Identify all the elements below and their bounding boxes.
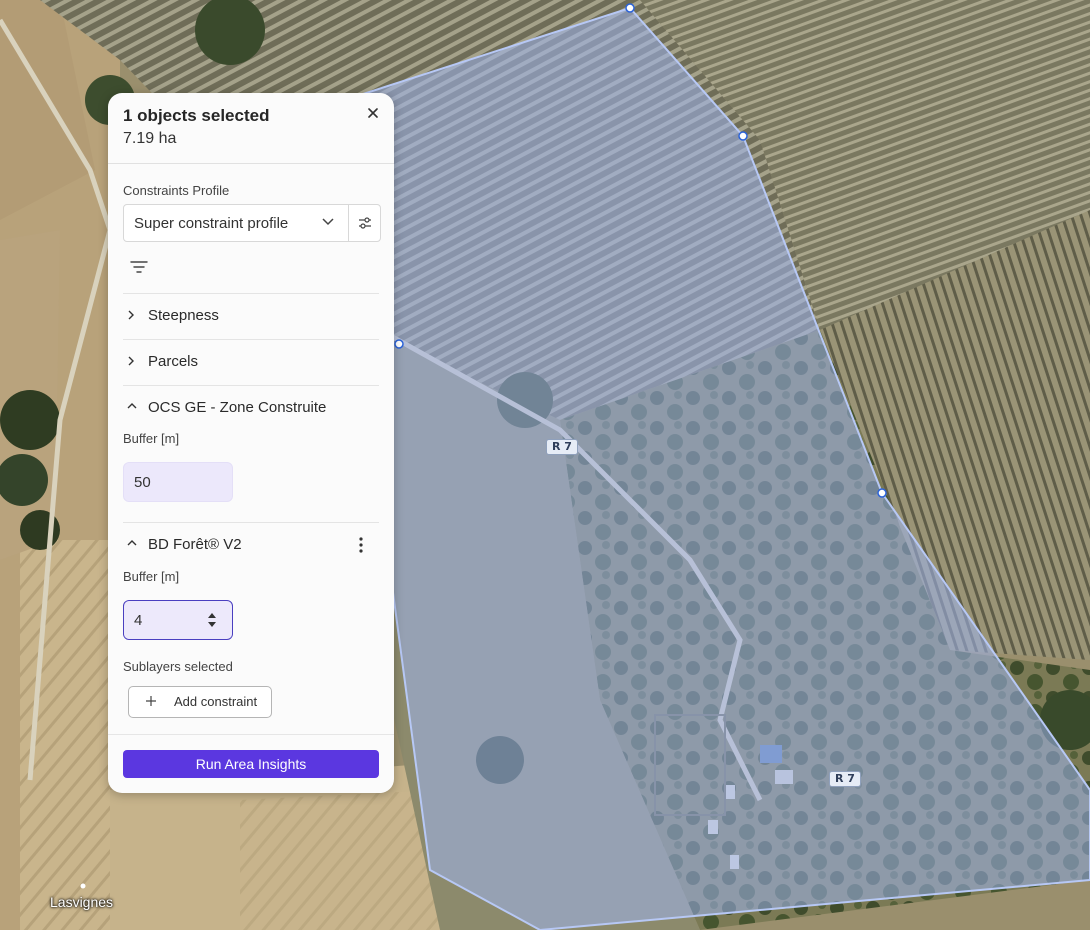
road-label-r7: R 7 bbox=[546, 439, 578, 455]
constraints-profile-select[interactable]: Super constraint profile bbox=[123, 204, 381, 242]
chevron-right-icon bbox=[128, 356, 134, 366]
polygon-vertex bbox=[625, 3, 635, 13]
polygon-vertex bbox=[738, 131, 748, 141]
filter-button[interactable] bbox=[130, 260, 150, 276]
section-steepness[interactable]: Steepness bbox=[123, 299, 379, 333]
close-icon bbox=[368, 108, 378, 118]
sliders-icon bbox=[358, 217, 371, 229]
panel-title: 1 objects selected bbox=[123, 106, 270, 125]
divider bbox=[123, 293, 379, 294]
section-bd-foret[interactable]: BD Forêt® V2 bbox=[123, 528, 379, 562]
section-label: Steepness bbox=[148, 307, 219, 324]
road-label-r7: R 7 bbox=[829, 771, 861, 787]
section-parcels[interactable]: Parcels bbox=[123, 345, 379, 379]
buffer-value: 4 bbox=[134, 612, 143, 629]
stepper-icon[interactable] bbox=[206, 611, 218, 629]
buffer-input-bd-foret[interactable]: 4 bbox=[123, 600, 233, 640]
section-ocs-ge[interactable]: OCS GE - Zone Construite bbox=[123, 391, 379, 425]
polygon-vertex bbox=[394, 339, 404, 349]
run-area-insights-button[interactable]: Run Area Insights bbox=[123, 750, 379, 778]
selection-panel: 1 objects selected 7.19 ha Constraints P… bbox=[108, 93, 394, 793]
add-constraint-button[interactable]: Add constraint bbox=[128, 686, 272, 718]
buffer-label: Buffer [m] bbox=[123, 431, 180, 446]
chevron-down-icon bbox=[322, 218, 334, 226]
constraints-profile-label: Constraints Profile bbox=[123, 183, 230, 198]
buffer-label: Buffer [m] bbox=[123, 569, 180, 584]
polygon-vertex bbox=[877, 488, 887, 498]
divider bbox=[123, 339, 379, 340]
selected-area: 7.19 ha bbox=[123, 130, 177, 147]
profile-settings-button[interactable] bbox=[349, 205, 380, 241]
divider bbox=[123, 522, 379, 523]
chevron-right-icon bbox=[128, 310, 134, 320]
panel-header: 1 objects selected 7.19 ha bbox=[108, 93, 394, 164]
profile-select-value: Super constraint profile bbox=[134, 215, 289, 232]
chevron-up-icon bbox=[127, 403, 137, 409]
buffer-input-ocs-ge[interactable]: 50 bbox=[123, 462, 233, 502]
chevron-up-icon bbox=[127, 540, 137, 546]
plus-icon bbox=[146, 696, 156, 706]
sublayers-label: Sublayers selected bbox=[123, 659, 233, 674]
buffer-value: 50 bbox=[134, 474, 151, 491]
filter-icon bbox=[130, 261, 148, 273]
close-button[interactable] bbox=[363, 103, 383, 123]
add-constraint-label: Add constraint bbox=[174, 694, 258, 709]
place-label: Lasvignes bbox=[50, 894, 114, 910]
section-label: OCS GE - Zone Construite bbox=[148, 399, 327, 416]
section-label: BD Forêt® V2 bbox=[148, 536, 242, 553]
section-label: Parcels bbox=[148, 353, 199, 370]
divider bbox=[108, 734, 394, 735]
divider bbox=[123, 385, 379, 386]
more-vertical-icon[interactable] bbox=[354, 536, 368, 554]
place-marker bbox=[80, 883, 86, 889]
